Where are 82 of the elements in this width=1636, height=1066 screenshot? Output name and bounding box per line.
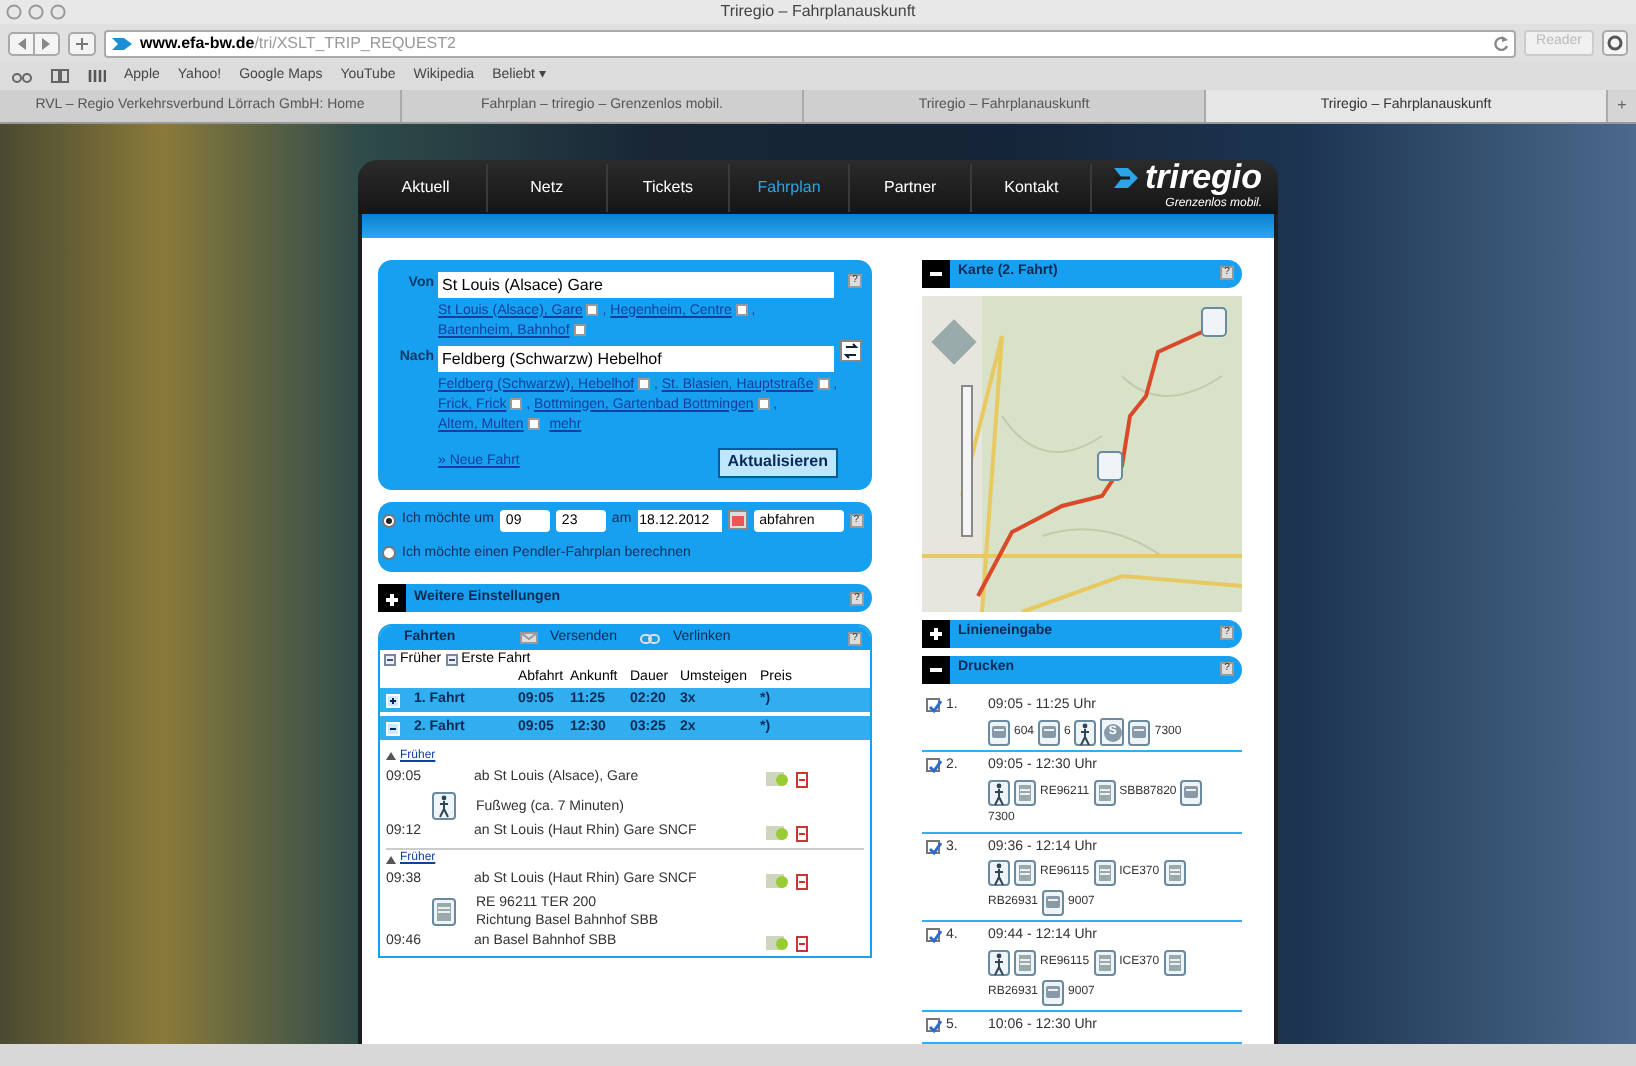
- toggle-button[interactable]: [922, 259, 950, 287]
- site-logo-icon: [110, 33, 134, 53]
- checkbox[interactable]: [510, 397, 523, 410]
- nav-link[interactable]: Fahrplan: [729, 163, 851, 212]
- window-title: Triregio – Fahrplanauskunft: [720, 0, 916, 24]
- chain-link-icon: [640, 633, 661, 643]
- bus-icon: [1042, 890, 1065, 916]
- logo-wordmark: triregio: [1144, 160, 1263, 197]
- walking-person-icon: [988, 949, 1010, 975]
- plus-icon: [928, 626, 944, 643]
- train-icon: [1093, 949, 1116, 975]
- train-icon: [1093, 779, 1116, 805]
- walking-person-icon: [988, 779, 1010, 805]
- train-icon: [1163, 860, 1186, 886]
- toggle-button[interactable]: [922, 655, 950, 683]
- envelope-icon: [520, 632, 538, 644]
- checkmark-icon: [928, 760, 942, 774]
- checkbox[interactable]: [926, 1017, 940, 1031]
- checkmark-icon: [928, 930, 942, 944]
- input-field[interactable]: St Louis (Alsace) Gare: [438, 271, 834, 297]
- address-field[interactable]: www.efa-bw.de/tri/XSLT_TRIP_REQUEST2: [104, 29, 1517, 57]
- train-icon: [1093, 860, 1116, 886]
- bus-icon: [1042, 979, 1065, 1005]
- input-field[interactable]: Feldberg (Schwarzw) Hebelhof: [438, 345, 834, 371]
- logo-arrow-icon: [1112, 166, 1141, 191]
- train-icon: [1014, 949, 1036, 975]
- back-forward-icon: [8, 31, 60, 55]
- reading-list-icon: [12, 69, 32, 83]
- pdf-icon: [796, 825, 808, 841]
- nav-link[interactable]: Netz: [487, 163, 609, 212]
- radio-button[interactable]: [382, 513, 396, 527]
- checkbox[interactable]: [735, 303, 748, 316]
- train-icon: [1163, 949, 1186, 975]
- checkmark-icon: [928, 699, 942, 713]
- checkmark-icon: [928, 1019, 942, 1033]
- nav-link[interactable]: Kontakt: [971, 163, 1093, 212]
- add-bookmark-icon: [68, 31, 96, 55]
- window-controls-icon: [6, 4, 66, 20]
- walking-person-icon: [1074, 719, 1097, 745]
- checkbox[interactable]: [926, 839, 940, 853]
- checkbox[interactable]: [817, 377, 830, 390]
- triangle-up-icon: [386, 752, 396, 760]
- plus-icon: [384, 591, 400, 608]
- nav-link[interactable]: Aktuell: [366, 163, 488, 212]
- bus-icon: [1180, 779, 1203, 805]
- toggle-button[interactable]: [922, 619, 950, 647]
- checkbox[interactable]: [926, 697, 940, 711]
- train-icon: [432, 898, 456, 926]
- new-tab-button[interactable]: +: [1608, 90, 1636, 122]
- url-text: www.efa-bw.de/tri/XSLT_TRIP_REQUEST2: [140, 31, 456, 55]
- checkbox[interactable]: [527, 417, 540, 430]
- walking-person-icon: [988, 860, 1010, 886]
- bus-icon: [1038, 719, 1061, 745]
- bus-icon: [988, 719, 1010, 745]
- bookmarks-icon: [50, 68, 70, 84]
- checkmark-icon: [928, 841, 942, 855]
- earlier-icon: [384, 653, 396, 665]
- bus-icon: [1128, 719, 1151, 745]
- downloads-icon: [1602, 30, 1628, 56]
- nav-link[interactable]: Partner: [850, 163, 972, 212]
- checkbox[interactable]: [573, 323, 586, 336]
- calendar-icon: [727, 510, 748, 530]
- triangle-up-icon: [386, 855, 396, 863]
- walking-person-icon: [432, 792, 456, 820]
- pdf-icon: [796, 935, 808, 951]
- train-icon: [1014, 860, 1036, 886]
- radio-button[interactable]: [382, 546, 396, 561]
- nav-link[interactable]: Tickets: [608, 163, 730, 212]
- first-trip-icon: [445, 653, 458, 665]
- reload-icon: [1492, 34, 1511, 52]
- swap-icon[interactable]: [840, 339, 862, 361]
- top-sites-icon: [88, 68, 106, 84]
- pdf-icon: [796, 771, 808, 787]
- checkbox[interactable]: [926, 758, 940, 772]
- checkbox[interactable]: [638, 377, 650, 390]
- checkbox[interactable]: [757, 397, 770, 410]
- checkbox[interactable]: [586, 303, 599, 316]
- toggle-button[interactable]: [378, 584, 406, 612]
- pdf-icon: [796, 873, 808, 889]
- train-icon: [1014, 779, 1036, 805]
- update-button[interactable]: Aktualisieren: [717, 447, 838, 477]
- checkbox[interactable]: [926, 928, 940, 942]
